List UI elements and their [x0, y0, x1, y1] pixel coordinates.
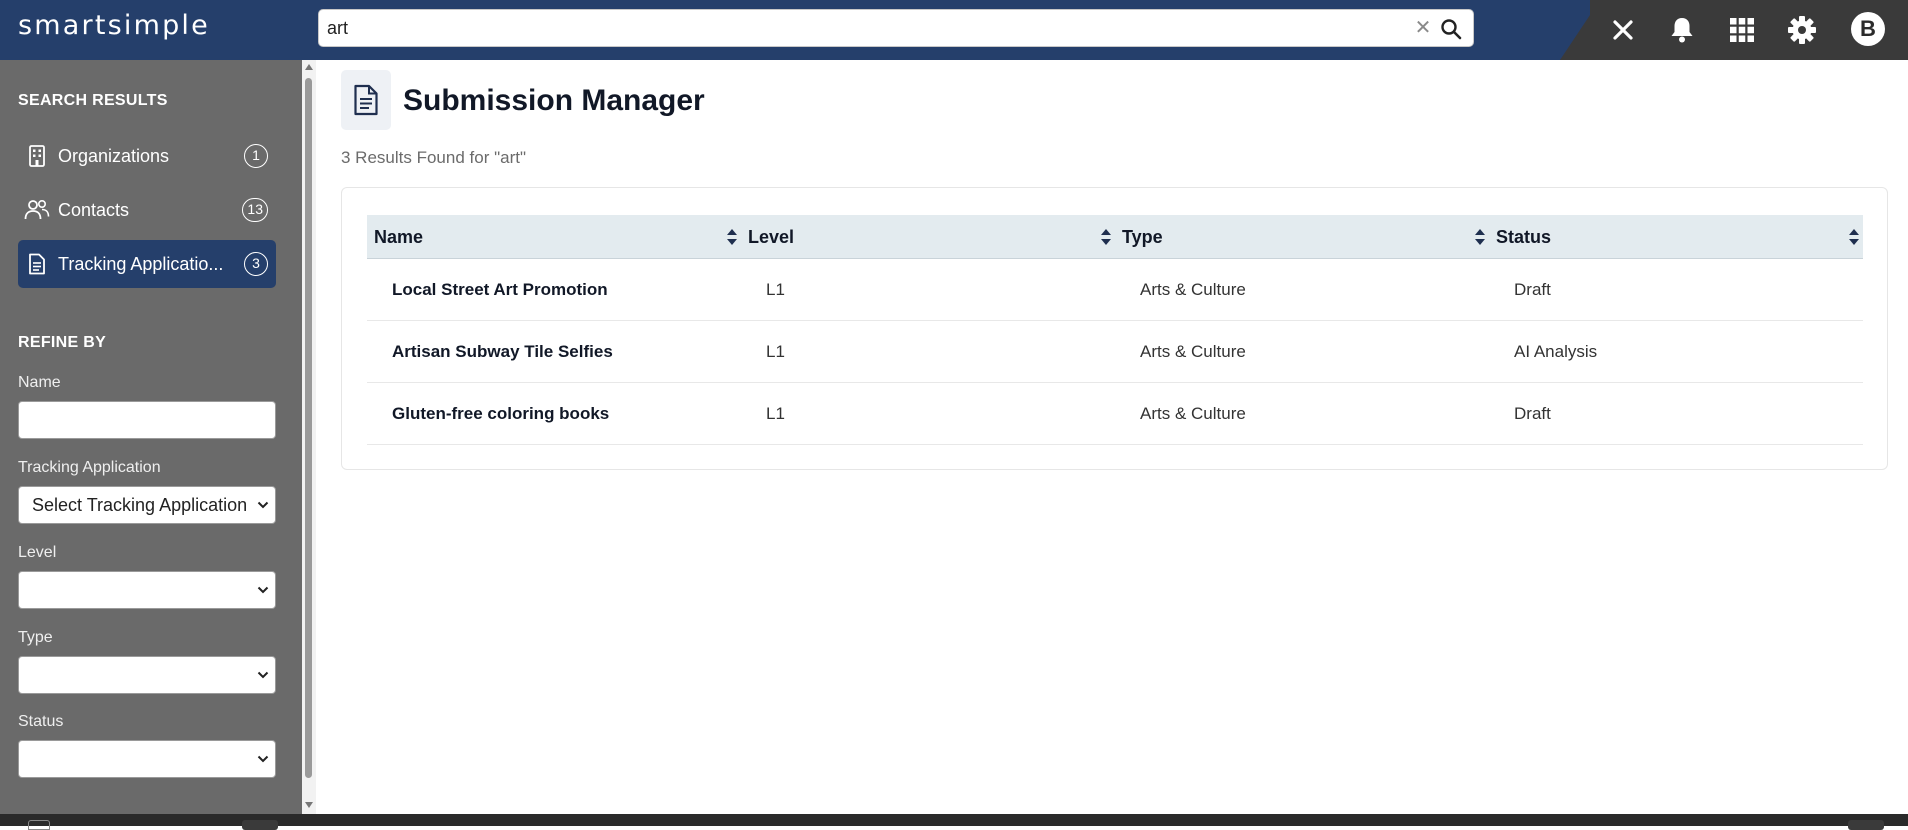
scroll-down-arrow[interactable]	[305, 802, 313, 808]
results-table-card: Name Level Type Status Local Street Art …	[341, 187, 1888, 470]
gear-icon[interactable]	[1784, 12, 1820, 48]
cell-status: Draft	[1514, 404, 1551, 423]
refine-by-heading: REFINE BY	[18, 334, 107, 351]
sort-icon[interactable]	[1100, 227, 1112, 247]
search-icon[interactable]	[1439, 17, 1463, 41]
apps-grid-icon[interactable]	[1724, 12, 1760, 48]
window-tab	[1848, 820, 1884, 830]
top-bar: smartsimple ✕	[0, 0, 1908, 60]
type-filter-label: Type	[18, 629, 53, 646]
column-header-label: Status	[1496, 226, 1552, 247]
window-tab	[242, 820, 278, 830]
column-header-label: Type	[1122, 226, 1163, 247]
cell-type: Arts & Culture	[1140, 280, 1246, 299]
cell-type: Arts & Culture	[1140, 404, 1246, 423]
sidebar-item-organizations[interactable]: Organizations 1	[18, 132, 276, 180]
table-row[interactable]: Artisan Subway Tile Selfies L1 Arts & Cu…	[367, 321, 1863, 383]
window-tab	[28, 820, 50, 830]
sort-icon[interactable]	[1848, 227, 1860, 247]
name-filter-input[interactable]	[18, 401, 276, 439]
chevron-down-icon	[255, 755, 271, 763]
column-header-level[interactable]: Level	[748, 215, 1111, 259]
search-input[interactable]	[327, 10, 1407, 46]
bottom-bar	[0, 814, 1908, 830]
sidebar-item-label: Contacts	[58, 199, 130, 220]
bell-icon[interactable]	[1664, 12, 1700, 48]
sidebar-scrollbar[interactable]	[302, 60, 316, 814]
chevron-down-icon	[255, 501, 271, 509]
scrollbar-thumb[interactable]	[305, 78, 312, 778]
cell-status: Draft	[1514, 280, 1551, 299]
app-logo[interactable]: smartsimple	[18, 10, 210, 41]
level-filter-label: Level	[18, 544, 57, 561]
chevron-down-icon	[255, 671, 271, 679]
document-icon	[20, 252, 54, 276]
count-badge: 1	[244, 144, 268, 168]
cell-level: L1	[766, 342, 785, 361]
column-header-type[interactable]: Type	[1122, 215, 1485, 259]
type-select[interactable]	[18, 656, 276, 694]
level-select[interactable]	[18, 571, 276, 609]
sidebar-item-tracking-applications[interactable]: Tracking Applicatio... 3	[18, 240, 276, 288]
cell-level: L1	[766, 404, 785, 423]
sidebar-item-contacts[interactable]: Contacts 13	[18, 186, 276, 234]
tracking-application-select[interactable]: Select Tracking Application	[18, 486, 276, 524]
cell-name[interactable]: Gluten-free coloring books	[392, 383, 609, 445]
cell-status: AI Analysis	[1514, 342, 1598, 361]
name-filter-label: Name	[18, 374, 61, 391]
sidebar-item-label: Organizations	[58, 145, 170, 166]
user-avatar[interactable]: B	[1851, 12, 1885, 46]
page-title: Submission Manager	[403, 84, 705, 117]
status-select[interactable]	[18, 740, 276, 778]
brand-bar-slant	[1560, 0, 1600, 60]
chevron-down-icon	[255, 586, 271, 594]
cell-name[interactable]: Artisan Subway Tile Selfies	[392, 321, 613, 383]
column-header-label: Name	[374, 226, 424, 247]
column-header-name[interactable]: Name	[374, 215, 737, 259]
document-icon	[341, 70, 391, 130]
close-icon[interactable]	[1605, 12, 1641, 48]
search-results-heading: SEARCH RESULTS	[18, 92, 168, 109]
results-count: 3 Results Found for "art"	[341, 148, 526, 167]
table-row[interactable]: Local Street Art Promotion L1 Arts & Cul…	[367, 259, 1863, 321]
clear-search-icon[interactable]: ✕	[1412, 17, 1434, 39]
cell-name[interactable]: Local Street Art Promotion	[392, 259, 608, 321]
cell-level: L1	[766, 280, 785, 299]
select-value: Select Tracking Application	[32, 494, 248, 515]
table-row[interactable]: Gluten-free coloring books L1 Arts & Cul…	[367, 383, 1863, 445]
global-search-box: ✕	[318, 9, 1474, 47]
sidebar-item-label: Tracking Applicatio...	[58, 253, 224, 274]
column-header-status[interactable]: Status	[1496, 215, 1859, 259]
status-filter-label: Status	[18, 713, 64, 730]
cell-type: Arts & Culture	[1140, 342, 1246, 361]
table-header: Name Level Type Status	[367, 215, 1863, 259]
sort-icon[interactable]	[726, 227, 738, 247]
people-icon	[20, 198, 54, 222]
building-icon	[20, 144, 54, 168]
count-badge: 3	[244, 252, 268, 276]
count-badge: 13	[242, 198, 268, 222]
sort-icon[interactable]	[1474, 227, 1486, 247]
sidebar: SEARCH RESULTS Organizations 1 Contacts …	[0, 60, 302, 814]
column-header-label: Level	[748, 226, 795, 247]
tracking-application-filter-label: Tracking Application	[18, 459, 161, 476]
scroll-up-arrow[interactable]	[305, 64, 313, 70]
